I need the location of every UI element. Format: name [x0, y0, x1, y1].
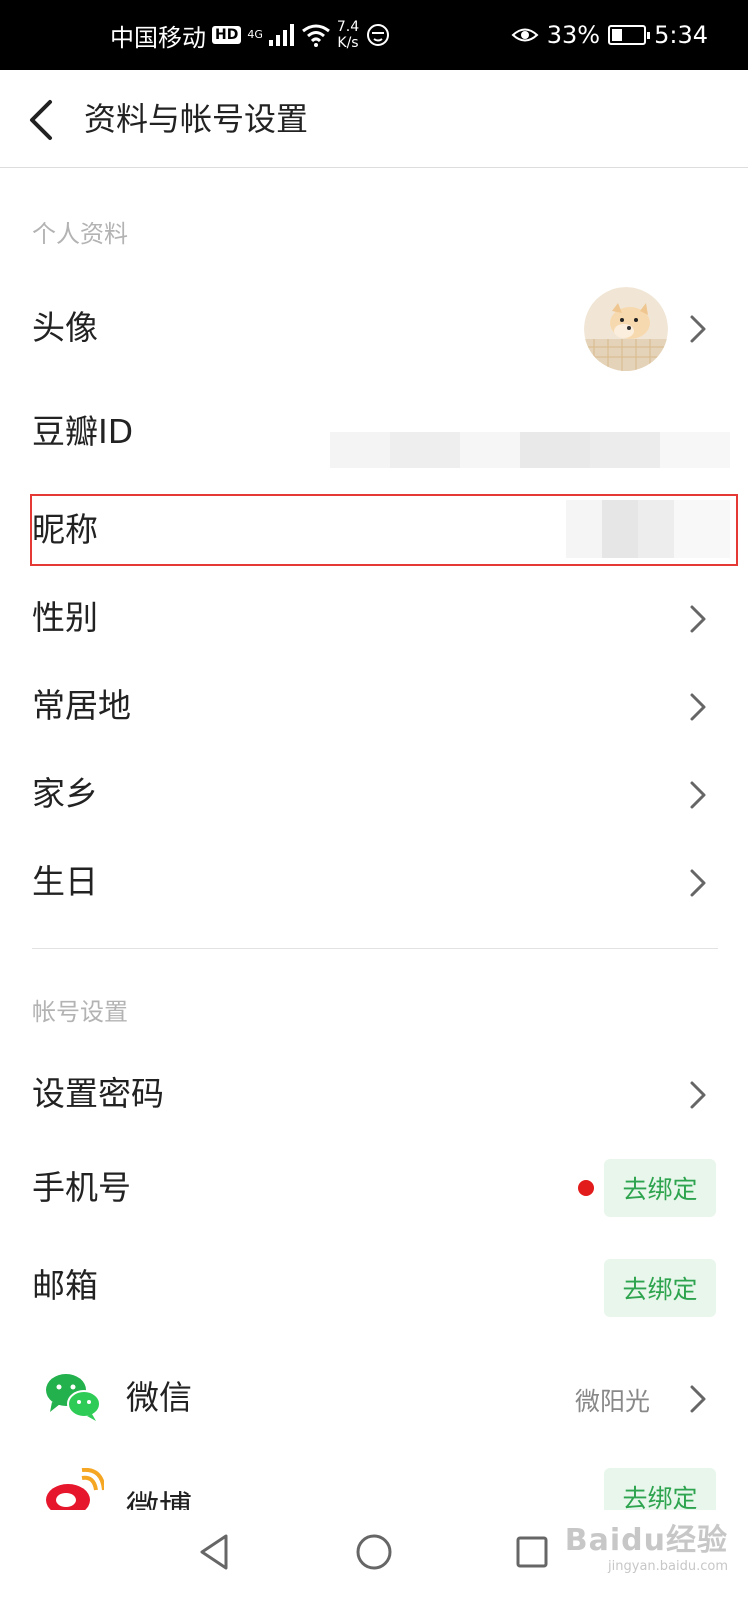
chevron-right-icon — [690, 693, 706, 721]
row-residence-label: 常居地 — [32, 686, 131, 725]
row-wechat-label: 微信 — [126, 1378, 192, 1417]
clock-time: 5:34 — [654, 21, 708, 49]
row-douban-id-label: 豆瓣ID — [32, 412, 134, 451]
wifi-icon — [301, 24, 330, 47]
nav-back-icon[interactable] — [196, 1532, 232, 1572]
row-hometown[interactable]: 家乡 — [0, 752, 748, 836]
baidu-watermark: Baidu经验 jingyan.baidu.com — [565, 1515, 728, 1574]
row-birthday-label: 生日 — [32, 862, 98, 901]
chevron-right-icon — [690, 315, 706, 343]
highlight-box — [30, 494, 738, 566]
speed-unit: K/s — [337, 35, 359, 51]
status-right: 33% 5:34 — [511, 0, 708, 70]
signal-icon — [268, 24, 294, 46]
nav-home-icon[interactable] — [354, 1532, 394, 1572]
chevron-right-icon — [690, 869, 706, 897]
network-type: 4G — [247, 28, 263, 41]
status-bar: 中国移动 HD 4G 7.4 K/s 33% 5:34 — [0, 0, 748, 70]
eye-comfort-icon — [511, 28, 539, 42]
smiley-icon — [367, 24, 390, 46]
chevron-right-icon — [690, 781, 706, 809]
wechat-bound-name: 微阳光 — [574, 1387, 650, 1416]
carrier-name: 中国移动 — [110, 23, 206, 52]
watermark-title: Baidu经验 — [564, 1523, 728, 1558]
row-phone-label: 手机号 — [32, 1168, 131, 1207]
weibo-row-clip: 微博 去绑定 — [0, 1460, 748, 1510]
watermark-subtitle: jingyan.baidu.com — [608, 1559, 728, 1574]
page-title: 资料与帐号设置 — [84, 100, 309, 138]
row-set-password-label: 设置密码 — [32, 1074, 164, 1113]
weibo-bind-button[interactable]: 去绑定 — [604, 1468, 716, 1510]
chevron-right-icon — [690, 1385, 706, 1413]
status-left: 中国移动 HD 4G 7.4 K/s — [110, 0, 391, 70]
section-title-profile: 个人资料 — [32, 220, 128, 248]
row-hometown-label: 家乡 — [32, 774, 98, 813]
phone-bind-button[interactable]: 去绑定 — [604, 1159, 716, 1217]
row-gender[interactable]: 性别 — [0, 576, 748, 660]
row-email-label: 邮箱 — [32, 1266, 98, 1305]
back-arrow-icon[interactable] — [26, 98, 56, 142]
nav-recents-icon[interactable] — [514, 1532, 550, 1572]
row-set-password[interactable]: 设置密码 — [0, 1052, 748, 1136]
chevron-right-icon — [690, 605, 706, 633]
section-title-account: 帐号设置 — [32, 998, 128, 1026]
row-weibo-label: 微博 — [126, 1488, 192, 1510]
hd-badge: HD — [212, 26, 242, 44]
network-speed: 7.4 K/s — [337, 19, 359, 51]
row-wechat[interactable]: 微信 微阳光 — [0, 1356, 748, 1440]
weibo-icon — [46, 1468, 104, 1510]
row-birthday[interactable]: 生日 — [0, 840, 748, 924]
app-header: 资料与帐号设置 — [0, 70, 748, 168]
row-avatar-label: 头像 — [32, 308, 98, 347]
section-divider — [32, 948, 718, 949]
row-gender-label: 性别 — [32, 598, 98, 637]
chevron-right-icon — [690, 1081, 706, 1109]
battery-percent: 33% — [546, 21, 601, 49]
douban-id-value-redacted — [330, 432, 730, 468]
row-residence[interactable]: 常居地 — [0, 664, 748, 748]
email-bind-button[interactable]: 去绑定 — [604, 1259, 716, 1317]
avatar[interactable] — [584, 287, 668, 371]
notification-dot — [578, 1180, 594, 1196]
speed-value: 7.4 — [336, 19, 360, 35]
battery-icon — [608, 25, 651, 45]
